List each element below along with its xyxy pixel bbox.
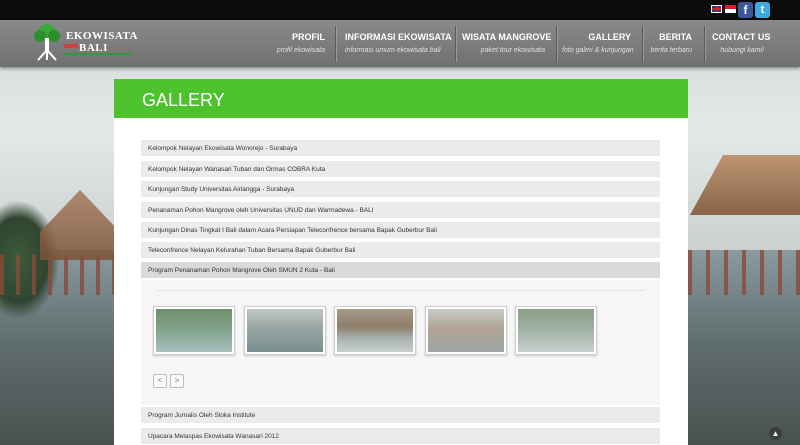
page-header-bar: GALLERY <box>114 79 688 118</box>
page-title: GALLERY <box>142 90 225 110</box>
facebook-icon[interactable]: f <box>738 2 753 18</box>
photo-thumbnail[interactable] <box>153 306 235 355</box>
logo-line1: EKOWISATA <box>66 30 138 42</box>
nav-berita[interactable]: BERITA berita terbaru <box>648 20 692 67</box>
gallery-album-item[interactable]: Kelompok Nelayan Ekowisata Wonorejo - Su… <box>141 140 660 157</box>
uk-flag-icon[interactable] <box>711 5 722 13</box>
nav-contact-us[interactable]: CONTACT US hubungi kami! <box>712 20 770 67</box>
twitter-icon[interactable]: t <box>755 2 770 18</box>
mangrove-tree-icon <box>34 24 60 61</box>
nav-informasi-ekowisata[interactable]: INFORMASI EKOWISATA informasi umum ekowi… <box>345 20 452 67</box>
gallery-album-item-active[interactable]: Program Penanaman Pohon Mangrove Oleh SM… <box>141 262 660 279</box>
nav-profil[interactable]: PROFIL profil ekowisata <box>270 20 325 67</box>
gallery-album-item[interactable]: Kunjungan Dinas Tingkat I Bali dalam Aca… <box>141 222 660 239</box>
scroll-to-top-button[interactable]: ▲ <box>769 427 782 440</box>
photo-thumbnail[interactable] <box>425 306 507 355</box>
nav-wisata-mangrove[interactable]: WISATA MANGROVE paket tour ekowisata <box>462 20 551 67</box>
photo-thumbnail[interactable] <box>515 306 597 355</box>
gallery-album-item[interactable]: Kelompok Nelayan Wanasari Tuban dan Orma… <box>141 161 660 178</box>
gallery-album-item[interactable]: Kunjungan Study Universitas Airlangga - … <box>141 181 660 198</box>
carousel-next-button[interactable]: > <box>170 374 184 388</box>
nav-gallery[interactable]: GALLERY foto galeri & kunjungan <box>562 20 634 67</box>
gallery-album-item[interactable]: Penanaman Pohon Mangrove oleh Universita… <box>141 202 660 219</box>
gallery-album-item[interactable]: Program Jurnalis Oleh Sloka Institute <box>141 407 660 424</box>
indonesia-flag-icon[interactable] <box>725 5 736 13</box>
top-bar: f t <box>0 0 800 20</box>
gallery-album-item[interactable]: Upacara Melaspas Ekowisata Wanasari 2012 <box>141 428 660 445</box>
carousel-prev-button[interactable]: < <box>153 374 167 388</box>
site-logo[interactable]: EKOWISATA BALI <box>32 22 137 64</box>
photo-thumbnail[interactable] <box>334 306 416 355</box>
photo-thumbnail[interactable] <box>244 306 326 355</box>
gallery-album-item[interactable]: Teleconfrence Nelayan Kelurahan Tuban Be… <box>141 242 660 259</box>
